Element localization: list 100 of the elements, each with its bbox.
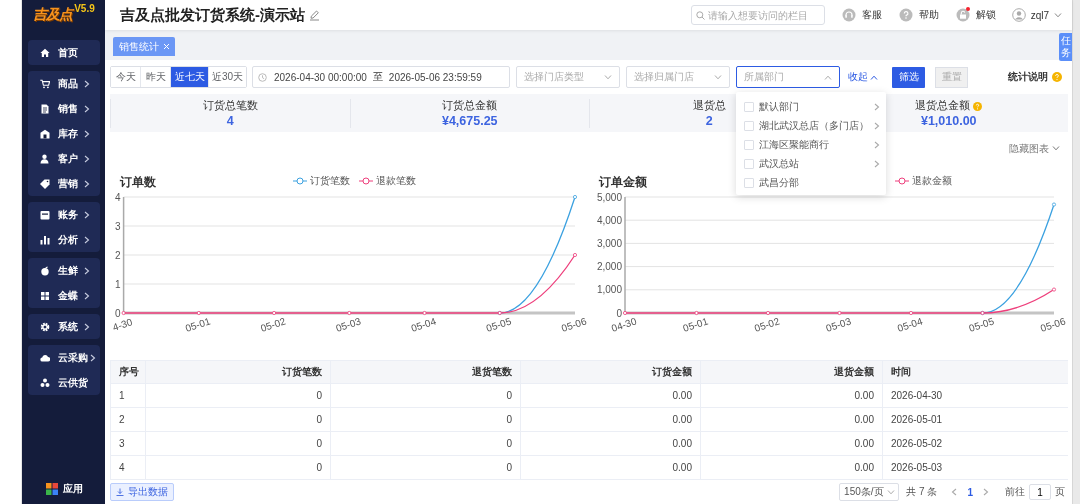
headset-icon	[841, 8, 856, 22]
data-point	[196, 311, 201, 315]
axis-label: 5,000	[596, 191, 622, 203]
stat-label: 退货总	[692, 99, 726, 113]
sidebar-item[interactable]: 云采购	[28, 345, 100, 370]
next-page-icon	[983, 488, 989, 496]
page-size-select[interactable]: 150条/页	[839, 483, 900, 501]
table-cell: 0	[145, 455, 331, 480]
axis-label: 05-02	[753, 315, 781, 334]
legend-item[interactable]: 退款笔数	[359, 174, 416, 188]
dropdown-option[interactable]: 湖北武汉总店（多门店）	[736, 116, 886, 135]
column-header: 序号	[110, 360, 146, 384]
table-cell: 0.00	[520, 455, 701, 480]
chevron-right-icon	[84, 235, 90, 244]
checkbox[interactable]	[744, 177, 754, 188]
sidebar-item[interactable]: 金蝶	[28, 283, 100, 308]
axis-label: 0	[115, 307, 121, 319]
legend-item[interactable]: 订货笔数	[293, 174, 350, 188]
range-button[interactable]: 今天	[111, 67, 141, 87]
scrollbar[interactable]	[1072, 0, 1080, 504]
legend-label: 订货笔数	[310, 174, 350, 188]
header-action[interactable]: 帮助	[898, 8, 939, 22]
dropdown-option[interactable]: 默认部门	[736, 97, 886, 116]
chevron-down-icon	[1054, 12, 1062, 18]
page-input[interactable]: 1	[1029, 484, 1051, 500]
chevron-right-icon	[874, 102, 880, 111]
checkbox[interactable]	[744, 101, 754, 112]
sidebar-item[interactable]: 分析	[28, 227, 100, 252]
chevron-right-icon	[874, 140, 880, 149]
search-field[interactable]: 请输入想要访问的栏目	[690, 5, 825, 25]
legend-marker-icon	[293, 177, 307, 185]
sidebar-item[interactable]: 营销	[28, 171, 100, 196]
sidebar-item[interactable]: 客户	[28, 146, 100, 171]
cart-icon	[40, 78, 50, 89]
cloud-icon	[40, 352, 50, 363]
chart-title: 订单金额	[599, 174, 647, 191]
axis-label: 05-05	[484, 315, 513, 334]
sidebar-item[interactable]: 云供货	[28, 370, 100, 395]
page-title: 吉及点批发订货系统-演示站	[120, 5, 305, 25]
document-icon	[40, 103, 50, 114]
table-cell: 0.00	[700, 455, 883, 480]
stat-value: 2	[705, 114, 713, 128]
header-action[interactable]: 客服	[841, 8, 882, 22]
checkbox[interactable]	[744, 120, 754, 131]
date-range-field[interactable]: 2026-04-30 00:00:00 至 2026-05-06 23:59:59	[252, 66, 510, 88]
axis-label: 05-05	[967, 315, 996, 334]
prev-page-icon[interactable]	[951, 488, 958, 496]
checkbox[interactable]	[744, 158, 754, 169]
edit-icon[interactable]	[309, 9, 320, 21]
export-button[interactable]: 导出数据	[110, 483, 174, 501]
range-button[interactable]: 近七天	[171, 67, 209, 87]
dropdown-option[interactable]: 江海区聚能商行	[736, 135, 886, 154]
chevron-right-icon	[84, 129, 90, 138]
user-menu[interactable]: zql7	[1011, 8, 1062, 22]
range-button[interactable]: 近30天	[209, 67, 246, 87]
collapse-link[interactable]: 收起	[848, 70, 878, 84]
header-action[interactable]: 解锁	[955, 8, 996, 22]
dropdown-option[interactable]: 武汉总站	[736, 154, 886, 173]
sidebar-item[interactable]: 销售	[28, 96, 100, 121]
help-icon[interactable]	[973, 101, 983, 111]
axis-label: 05-03	[824, 315, 853, 334]
legend-item[interactable]: 退款金额	[894, 174, 952, 188]
table-cell: 2	[110, 407, 146, 432]
legend-marker-icon	[894, 177, 909, 185]
sidebar-item[interactable]: 商品	[28, 71, 100, 96]
chevron-right-icon	[84, 210, 90, 219]
hide-charts-toggle[interactable]: 隐藏图表	[1009, 141, 1060, 156]
data-point	[909, 311, 913, 315]
table-cell: 0	[145, 407, 331, 432]
close-icon[interactable]	[163, 43, 170, 50]
dropdown-option[interactable]: 武昌分部	[736, 173, 886, 192]
chevron-down-icon	[714, 74, 722, 80]
chevron-down-icon	[886, 489, 895, 495]
chevron-down-icon	[1052, 146, 1060, 151]
checkbox[interactable]	[744, 139, 754, 150]
sidebar-item[interactable]: 系统	[28, 314, 100, 339]
data-point	[837, 311, 842, 315]
help-link[interactable]: 统计说明	[1008, 70, 1062, 84]
filter-button[interactable]: 筛选	[892, 66, 925, 88]
apps-button[interactable]: 应用	[28, 482, 100, 496]
fruit-icon	[40, 265, 50, 276]
column-header: 退货笔数	[330, 360, 521, 384]
page-number[interactable]: 1	[967, 486, 973, 498]
chevron-right-icon	[84, 322, 90, 331]
table-cell: 0	[330, 407, 521, 432]
table-cell: 0.00	[520, 407, 701, 432]
home-icon	[40, 47, 50, 58]
data-point	[766, 311, 770, 315]
axis-label: 1,000	[596, 284, 622, 296]
sidebar-item[interactable]: 库存	[28, 121, 100, 146]
table-cell: 3	[110, 431, 146, 456]
axis-label: 3	[115, 220, 121, 232]
data-point	[272, 311, 277, 315]
cluster-icon	[40, 377, 50, 388]
stat-label: 退货总金额	[915, 99, 971, 113]
stat-value: ¥1,010.00	[920, 114, 977, 128]
settings-icon	[40, 321, 50, 332]
sidebar-item[interactable]: 首页	[28, 40, 100, 65]
sidebar-item[interactable]: 账务	[28, 202, 100, 227]
sidebar-item[interactable]: 生鲜	[28, 258, 100, 283]
